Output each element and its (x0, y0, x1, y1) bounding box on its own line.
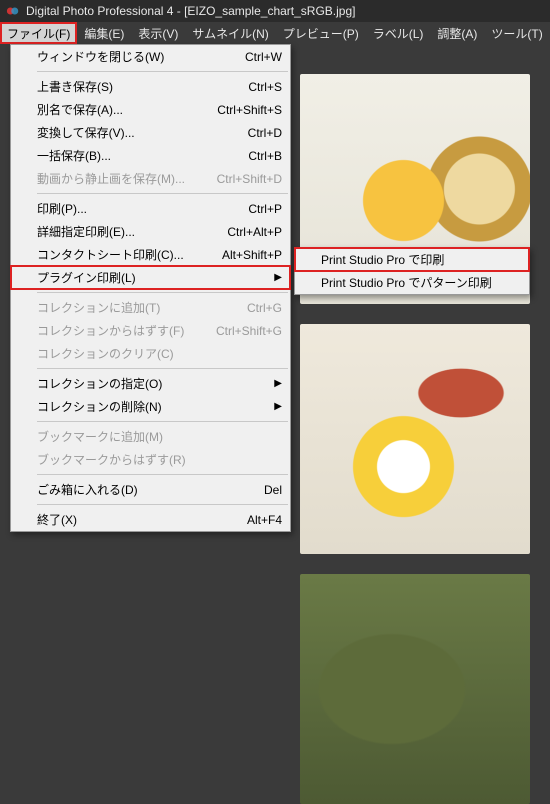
menu-item-label: ごみ箱に入れる(D) (37, 481, 138, 498)
menu-accelerator: Alt+Shift+P (222, 248, 282, 262)
menu-item[interactable]: 一括保存(B)... Ctrl+B (11, 144, 290, 167)
submenu-caret-icon: ▶ (274, 378, 282, 389)
menu-separator (37, 474, 288, 475)
menu-separator (37, 71, 288, 72)
menu-編集[interactable]: 編集(E) (77, 22, 131, 44)
menu-accelerator: Ctrl+Shift+S (217, 103, 282, 117)
menu-item[interactable]: プラグイン印刷(L) ▶ (11, 266, 290, 289)
submenu-caret-icon: ▶ (274, 272, 282, 283)
menubar[interactable]: ファイル(F)編集(E)表示(V)サムネイル(N)プレビュー(P)ラベル(L)調… (0, 22, 550, 44)
submenu-caret-icon: ▶ (274, 401, 282, 412)
menu-accelerator: Ctrl+B (248, 149, 282, 163)
menu-accelerator: Ctrl+Shift+G (216, 324, 282, 338)
menu-accelerator: Del (264, 483, 282, 497)
menu-item-label: 別名で保存(A)... (37, 101, 123, 118)
thumbnail-column (300, 74, 530, 804)
menu-item-label: 印刷(P)... (37, 200, 87, 217)
menu-ファイル[interactable]: ファイル(F) (0, 22, 77, 44)
menu-separator (37, 504, 288, 505)
menu-item-label: 変換して保存(V)... (37, 124, 135, 141)
menu-separator (37, 368, 288, 369)
titlebar: Digital Photo Professional 4 - [EIZO_sam… (0, 0, 550, 22)
menu-item-label: コンタクトシート印刷(C)... (37, 246, 184, 263)
submenu-item[interactable]: Print Studio Pro でパターン印刷 (295, 271, 529, 294)
menu-item: 動画から静止画を保存(M)... Ctrl+Shift+D (11, 167, 290, 190)
thumbnail[interactable] (300, 574, 530, 804)
menu-item-label: ブックマークからはずす(R) (37, 451, 186, 468)
menu-accelerator: Ctrl+W (245, 50, 282, 64)
menu-item-label: 上書き保存(S) (37, 78, 113, 95)
submenu-item[interactable]: Print Studio Pro で印刷 (295, 248, 529, 271)
menu-item-label: コレクションからはずす(F) (37, 322, 184, 339)
menu-ラベル[interactable]: ラベル(L) (366, 22, 431, 44)
submenu-item-label: Print Studio Pro で印刷 (321, 251, 444, 268)
menu-item[interactable]: 印刷(P)... Ctrl+P (11, 197, 290, 220)
menu-item-label: 動画から静止画を保存(M)... (37, 170, 185, 187)
menu-item-label: コレクションのクリア(C) (37, 345, 174, 362)
menu-item-label: コレクションの削除(N) (37, 398, 162, 415)
menu-item: コレクションのクリア(C) (11, 342, 290, 365)
menu-item[interactable]: コレクションの削除(N) ▶ (11, 395, 290, 418)
menu-item: ブックマークに追加(M) (11, 425, 290, 448)
menu-item-label: 終了(X) (37, 511, 77, 528)
menu-item-label: 一括保存(B)... (37, 147, 111, 164)
thumbnail[interactable] (300, 324, 530, 554)
menu-表示[interactable]: 表示(V) (131, 22, 185, 44)
menu-item[interactable]: ウィンドウを閉じる(W) Ctrl+W (11, 45, 290, 68)
menu-separator (37, 292, 288, 293)
menu-item-label: プラグイン印刷(L) (37, 269, 136, 286)
menu-item[interactable]: コンタクトシート印刷(C)... Alt+Shift+P (11, 243, 290, 266)
menu-accelerator: Ctrl+S (248, 80, 282, 94)
submenu-item-label: Print Studio Pro でパターン印刷 (321, 274, 492, 291)
menu-item-label: ブックマークに追加(M) (37, 428, 163, 445)
menu-調整[interactable]: 調整(A) (430, 22, 484, 44)
menu-item-label: 詳細指定印刷(E)... (37, 223, 135, 240)
menu-item[interactable]: 変換して保存(V)... Ctrl+D (11, 121, 290, 144)
menu-item[interactable]: 別名で保存(A)... Ctrl+Shift+S (11, 98, 290, 121)
file-menu-dropdown[interactable]: ウィンドウを閉じる(W) Ctrl+W 上書き保存(S) Ctrl+S 別名で保存(A)… (10, 44, 291, 532)
menu-item[interactable]: 終了(X) Alt+F4 (11, 508, 290, 531)
menu-item: ブックマークからはずす(R) (11, 448, 290, 471)
menu-item[interactable]: ごみ箱に入れる(D) Del (11, 478, 290, 501)
menu-item-label: コレクションに追加(T) (37, 299, 160, 316)
plugin-print-submenu[interactable]: Print Studio Pro で印刷 Print Studio Pro でパタ… (294, 247, 530, 295)
menu-accelerator: Ctrl+Alt+P (227, 225, 282, 239)
menu-item[interactable]: コレクションの指定(O) ▶ (11, 372, 290, 395)
menu-separator (37, 193, 288, 194)
menu-accelerator: Ctrl+P (248, 202, 282, 216)
menu-item[interactable]: 詳細指定印刷(E)... Ctrl+Alt+P (11, 220, 290, 243)
menu-accelerator: Alt+F4 (247, 513, 282, 527)
menu-プレビュー[interactable]: プレビュー(P) (276, 22, 366, 44)
menu-accelerator: Ctrl+Shift+D (217, 172, 282, 186)
menu-item[interactable]: 上書き保存(S) Ctrl+S (11, 75, 290, 98)
menu-item-label: ウィンドウを閉じる(W) (37, 48, 164, 65)
menu-サムネイル[interactable]: サムネイル(N) (185, 22, 275, 44)
menu-item: コレクションに追加(T) Ctrl+G (11, 296, 290, 319)
menu-item: コレクションからはずす(F) Ctrl+Shift+G (11, 319, 290, 342)
menu-accelerator: Ctrl+G (247, 301, 282, 315)
menu-separator (37, 421, 288, 422)
app-icon (6, 4, 20, 18)
menu-accelerator: Ctrl+D (248, 126, 282, 140)
window-title: Digital Photo Professional 4 - [EIZO_sam… (26, 4, 355, 18)
menu-item-label: コレクションの指定(O) (37, 375, 162, 392)
menu-ツール[interactable]: ツール(T) (484, 22, 549, 44)
